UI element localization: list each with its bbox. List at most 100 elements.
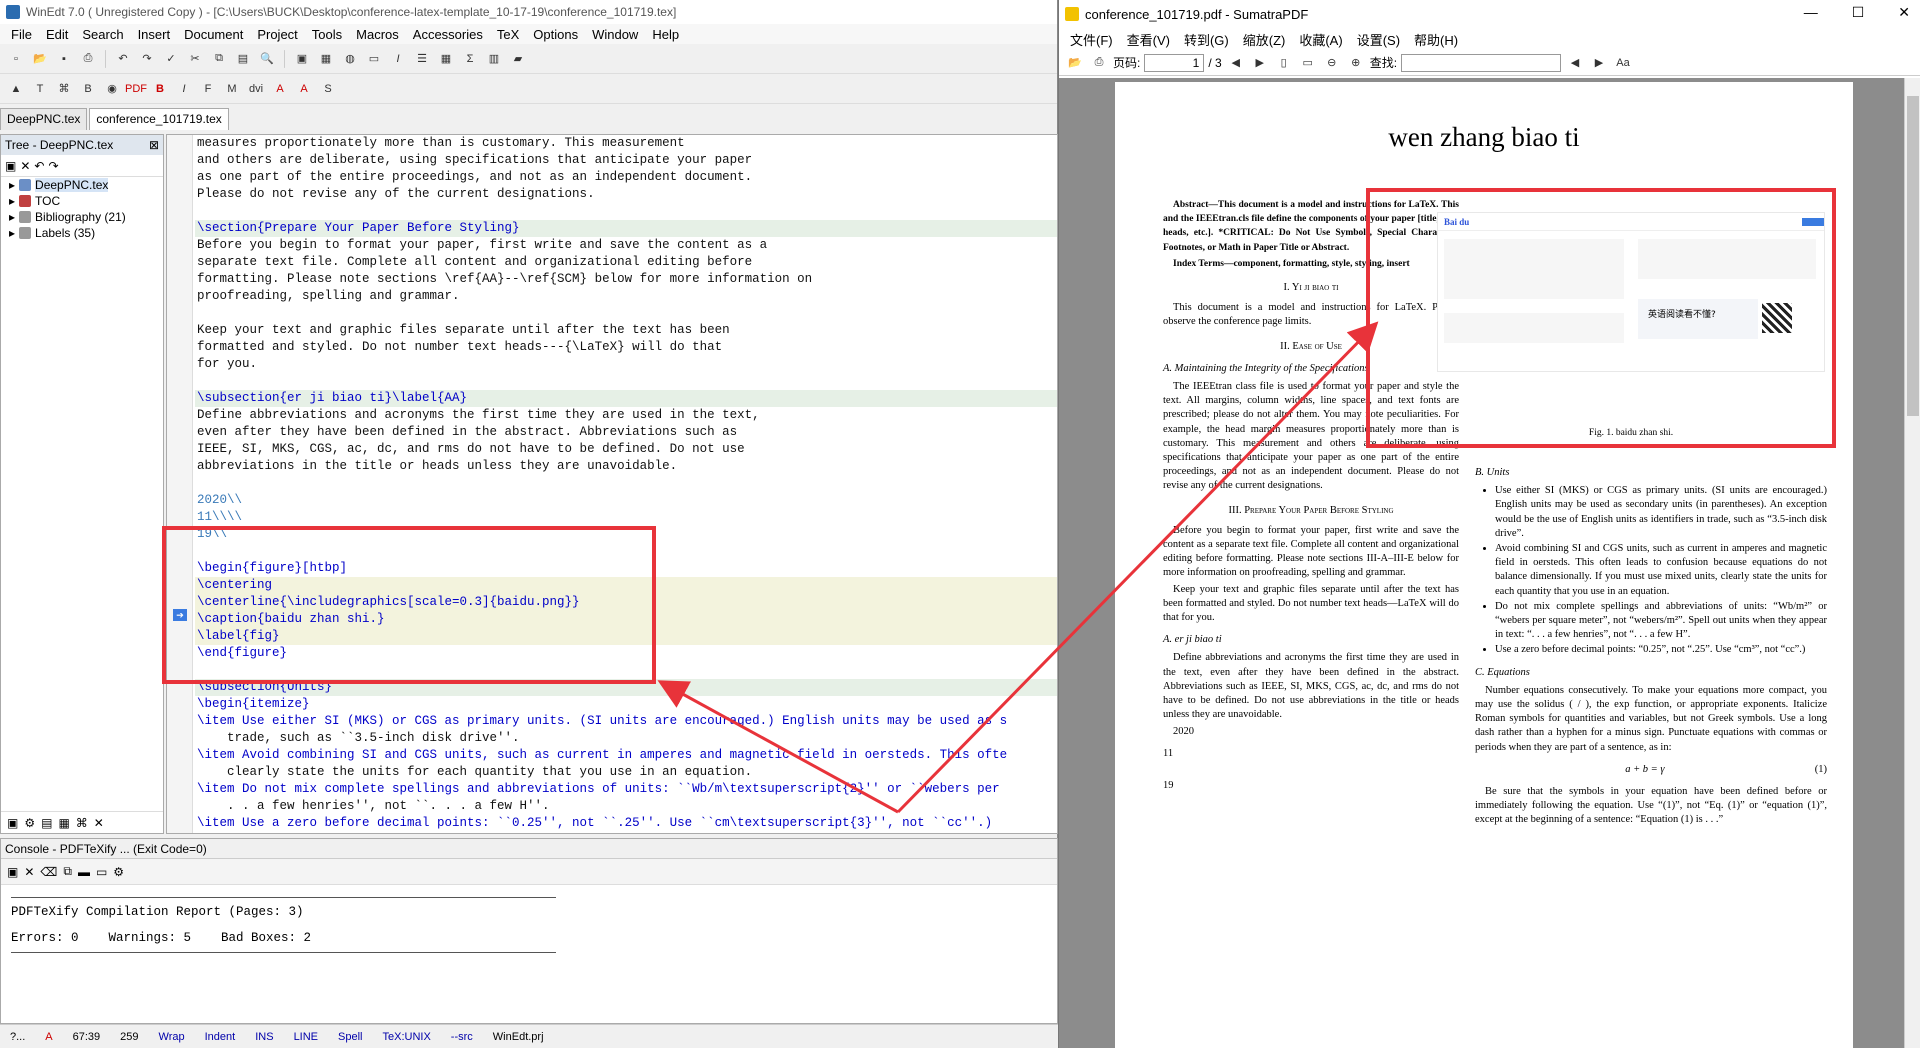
winedt-menu-item-4[interactable]: Document [177, 27, 250, 42]
expand-icon[interactable]: ▸ [9, 226, 15, 240]
acrobat-icon[interactable]: A [270, 79, 290, 99]
sumatra-menu-item-1[interactable]: 查看(V) [1120, 30, 1177, 49]
pdf-scrollbar[interactable] [1904, 78, 1920, 1048]
tab-deeppnc[interactable]: DeepPNC.tex [0, 108, 88, 130]
italic-icon[interactable]: I [388, 49, 408, 69]
prev-page-icon[interactable]: ◀ [1226, 53, 1246, 73]
sumatra-menu-item-4[interactable]: 收藏(A) [1292, 30, 1349, 49]
tree-tool-icon[interactable]: ⌘ [76, 816, 88, 830]
status-item[interactable]: A [35, 1031, 62, 1043]
list-icon[interactable]: ☰ [412, 49, 432, 69]
open-icon[interactable]: 📂 [1065, 53, 1085, 73]
code-line[interactable]: formatted and styled. Do not number text… [195, 339, 1057, 356]
code-line[interactable]: proofreading, spelling and grammar. [195, 288, 1057, 305]
code-line[interactable]: and others are deliberate, using specifi… [195, 152, 1057, 169]
minimize-icon[interactable]: — [1804, 4, 1818, 21]
bibtex-icon[interactable]: Β [78, 79, 98, 99]
code-line[interactable]: \section{Prepare Your Paper Before Styli… [195, 220, 1057, 237]
tree-close-doc-icon[interactable]: ✕ [20, 159, 30, 173]
document-icon[interactable]: ▭ [364, 49, 384, 69]
status-item[interactable]: 67:39 [63, 1031, 111, 1043]
find-icon[interactable]: 🔍 [257, 49, 277, 69]
zoom-in-icon[interactable]: ⊕ [1346, 53, 1366, 73]
tree-close-icon[interactable]: ⊠ [149, 138, 159, 152]
folder-icon[interactable]: ▰ [508, 49, 528, 69]
open-folder-icon[interactable]: 📂 [30, 49, 50, 69]
code-line[interactable]: Define abbreviations and acronyms the fi… [195, 407, 1057, 424]
code-line[interactable]: abbreviations in the title or heads unle… [195, 458, 1057, 475]
tree-close-x-icon[interactable]: ✕ [94, 816, 104, 830]
redo-icon[interactable]: ↷ [137, 49, 157, 69]
tab-conference[interactable]: conference_101719.tex [89, 108, 229, 130]
winedt-menu-item-8[interactable]: Accessories [406, 27, 490, 42]
code-line[interactable] [195, 203, 1057, 220]
sumatra-icon[interactable]: S [318, 79, 338, 99]
image-icon[interactable]: ▣ [292, 49, 312, 69]
console-close-icon[interactable]: ✕ [24, 865, 34, 879]
cut-icon[interactable]: ✂ [185, 49, 205, 69]
maximize-icon[interactable]: ☐ [1852, 4, 1865, 21]
tree-tool-icon[interactable]: ▤ [41, 816, 52, 830]
winedt-menu-item-5[interactable]: Project [250, 27, 304, 42]
code-line[interactable]: trade, such as ``3.5-inch disk drive''. [195, 730, 1057, 747]
code-line[interactable] [195, 475, 1057, 492]
console-terminal-icon[interactable]: ▬ [78, 865, 90, 879]
code-line[interactable]: \item Avoid combining SI and CGS units, … [195, 747, 1057, 764]
save-icon[interactable]: ▪ [54, 49, 74, 69]
status-item[interactable]: Indent [195, 1031, 246, 1043]
code-line[interactable]: separate text file. Complete all content… [195, 254, 1057, 271]
expand-icon[interactable]: ▸ [9, 178, 15, 192]
code-line[interactable]: \subsection{er ji biao ti}\label{AA} [195, 390, 1057, 407]
tex-icon[interactable]: T [30, 79, 50, 99]
table-icon[interactable]: ▦ [316, 49, 336, 69]
code-line[interactable]: Please do not revise any of the current … [195, 186, 1057, 203]
book-icon[interactable]: ▥ [484, 49, 504, 69]
code-line[interactable]: . . a few henries'', not ``. . . a few H… [195, 798, 1057, 815]
console-copy-icon[interactable]: ⧉ [63, 864, 72, 879]
console-save-icon[interactable]: ▣ [7, 865, 18, 879]
spellcheck-icon[interactable]: ✓ [161, 49, 181, 69]
code-line[interactable]: IEEE, SI, MKS, CGS, ac, dc, and rms do n… [195, 441, 1057, 458]
tree-tool-icon[interactable]: ▣ [7, 816, 18, 830]
italic-format-icon[interactable]: I [174, 79, 194, 99]
console-cmd-icon[interactable]: ▭ [96, 865, 107, 879]
zoom-out-icon[interactable]: ⊖ [1322, 53, 1342, 73]
tree-item-root[interactable]: ▸ DeepPNC.tex [1, 177, 163, 193]
status-item[interactable]: WinEdt.prj [483, 1031, 554, 1043]
status-item[interactable]: INS [245, 1031, 283, 1043]
winedt-menu-item-0[interactable]: File [4, 27, 39, 42]
winedt-menu-item-11[interactable]: Window [585, 27, 645, 42]
tree-item-bibliography[interactable]: ▸ Bibliography (21) [1, 209, 163, 225]
dvi-pdf-icon[interactable]: dvi [246, 79, 266, 99]
status-item[interactable]: TeX:UNIX [373, 1031, 441, 1043]
winedt-menu-item-6[interactable]: Tools [305, 27, 349, 42]
page-number-input[interactable]: 1 [1144, 53, 1205, 72]
sum-icon[interactable]: Σ [460, 49, 480, 69]
winedt-menu-item-1[interactable]: Edit [39, 27, 75, 42]
winedt-menu-item-7[interactable]: Macros [349, 27, 406, 42]
next-page-icon[interactable]: ▶ [1250, 53, 1270, 73]
code-line[interactable]: \item Do not mix complete spellings and … [195, 781, 1057, 798]
sumatra-menu-item-3[interactable]: 缩放(Z) [1236, 30, 1293, 49]
winedt-menu-item-2[interactable]: Search [75, 27, 130, 42]
code-line[interactable] [195, 373, 1057, 390]
console-settings-icon[interactable]: ⚙ [113, 865, 124, 879]
code-line[interactable]: measures proportionately more than is cu… [195, 135, 1057, 152]
winedt-menu-item-12[interactable]: Help [645, 27, 686, 42]
code-line[interactable]: \begin{itemize} [195, 696, 1057, 713]
new-file-icon[interactable]: ▫ [6, 49, 26, 69]
tree-back-icon[interactable]: ↶ [34, 159, 44, 173]
match-case-icon[interactable]: Aa [1613, 53, 1633, 73]
compile-icon[interactable]: ▲ [6, 79, 26, 99]
code-line[interactable]: 11\\\\ [195, 509, 1057, 526]
find-prev-icon[interactable]: ◀ [1565, 53, 1585, 73]
globe-icon[interactable]: ◍ [340, 49, 360, 69]
winedt-menu-item-9[interactable]: TeX [490, 27, 526, 42]
print-icon[interactable]: ⎙ [78, 49, 98, 69]
status-item[interactable]: ?... [0, 1031, 35, 1043]
sumatra-menu-item-0[interactable]: 文件(F) [1063, 30, 1120, 49]
status-item[interactable]: Spell [328, 1031, 372, 1043]
tree-item-toc[interactable]: ▸ TOC [1, 193, 163, 209]
scrollbar-thumb[interactable] [1907, 96, 1919, 416]
code-line[interactable]: \item Use a zero before decimal points: … [195, 815, 1057, 832]
